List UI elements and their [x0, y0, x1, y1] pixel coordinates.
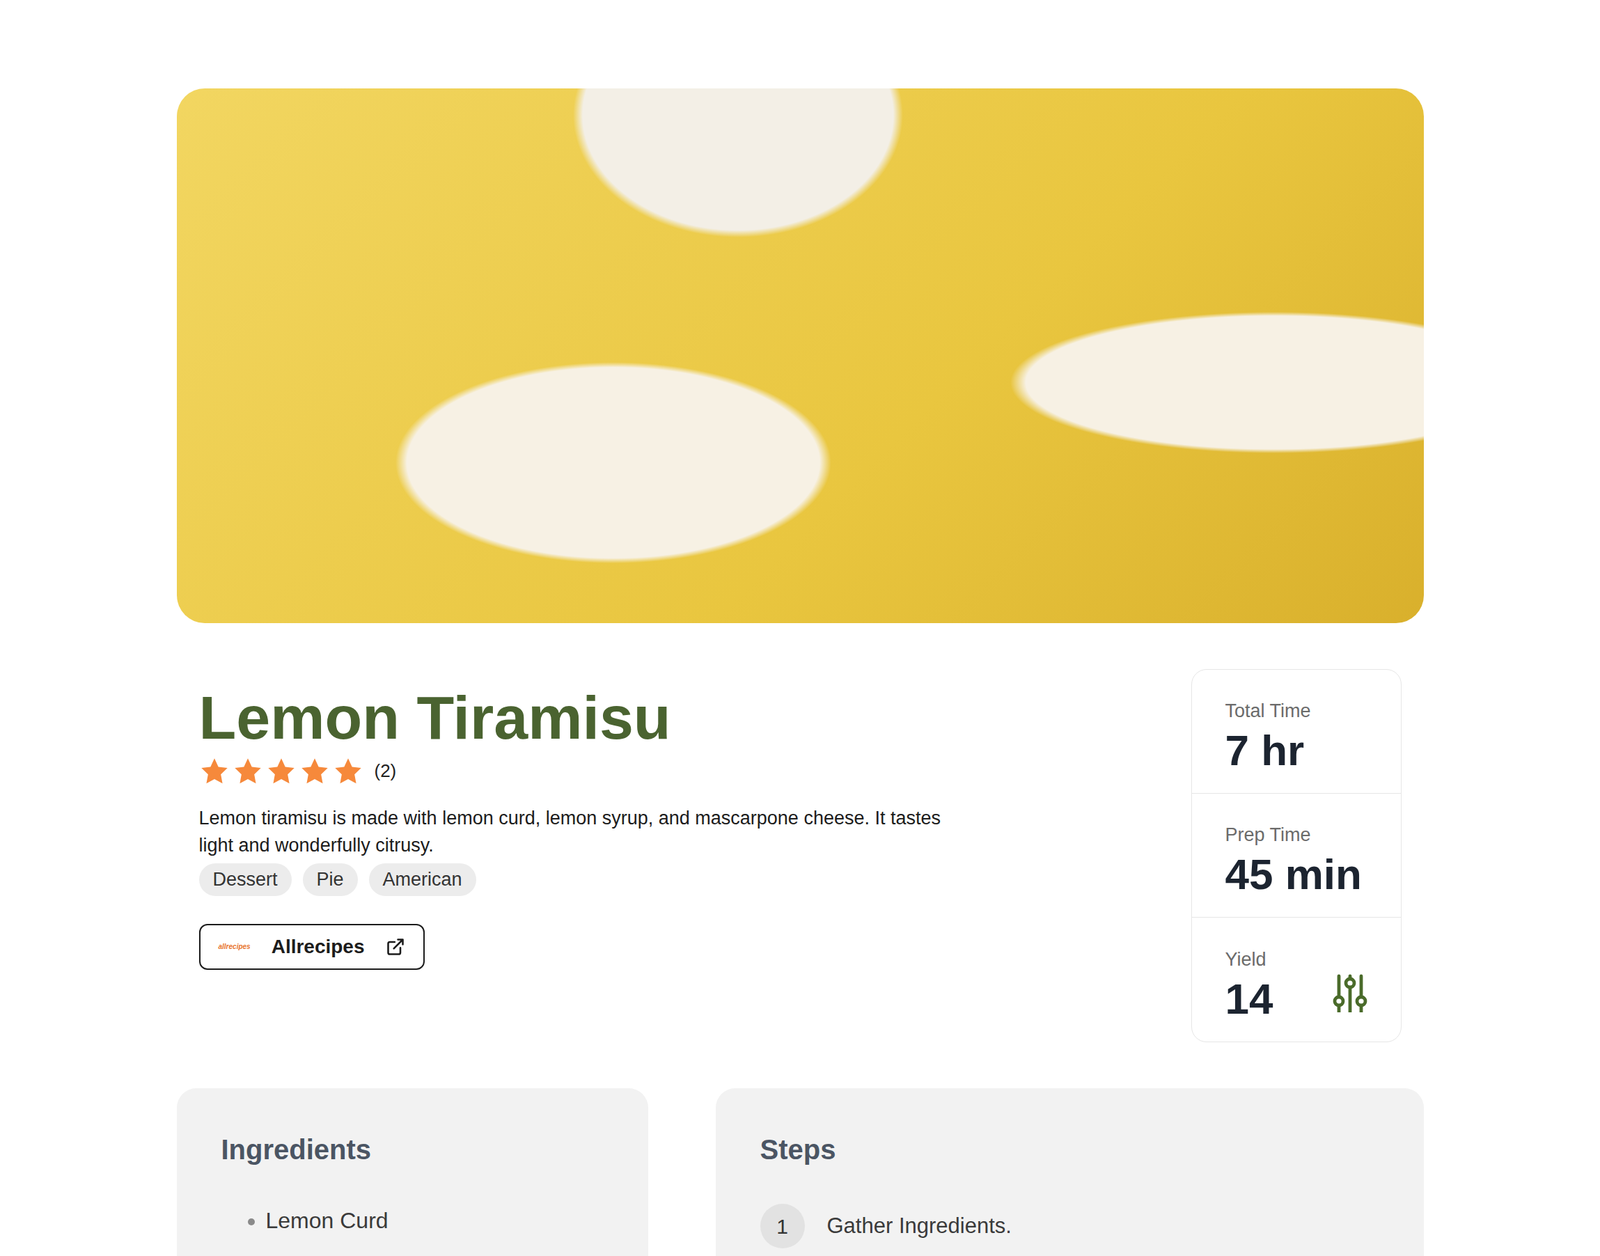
step-row: 1 Gather Ingredients.	[760, 1203, 1380, 1249]
recipe-header: Lemon Tiramisu (2) Lemon tiramisu is made …	[176, 669, 1424, 1043]
recipe-photo	[176, 88, 1424, 624]
source-logo: allrecipes	[218, 941, 251, 952]
tag[interactable]: American	[369, 863, 477, 897]
step-text: Gather Ingredients.	[827, 1210, 1012, 1243]
ingredient-list: Lemon Curd	[221, 1203, 604, 1238]
stats-card: Total Time7 hr Prep Time45 min Yield14	[1191, 669, 1402, 1043]
stat-value: 7 hr	[1225, 725, 1312, 775]
star-icon	[232, 756, 264, 787]
stat: Yield14	[1225, 945, 1274, 1024]
stat-label: Prep Time	[1225, 820, 1362, 850]
stat-label: Total Time	[1225, 696, 1312, 726]
adjust-yield-button[interactable]	[1332, 973, 1368, 1013]
stat: Total Time7 hr	[1225, 696, 1312, 775]
ingredients-heading: Ingredients	[221, 1132, 604, 1167]
stat-value: 45 min	[1225, 849, 1362, 899]
ingredients-panel: Ingredients Lemon Curd	[176, 1088, 649, 1256]
tag-list: Dessert Pie American	[199, 863, 477, 897]
stat-label: Yield	[1225, 945, 1274, 975]
source-button[interactable]: allrecipes Allrecipes	[199, 923, 425, 970]
stat-row: Prep Time45 min	[1191, 793, 1401, 918]
external-link-icon	[385, 937, 406, 957]
recipe-description: Lemon tiramisu is made with lemon curd, …	[199, 804, 966, 860]
rating: (2)	[199, 756, 397, 787]
recipe-title: Lemon Tiramisu	[199, 684, 672, 752]
stat: Prep Time45 min	[1225, 820, 1362, 899]
stat-value: 14	[1225, 974, 1274, 1024]
ingredient-item: Lemon Curd	[265, 1203, 604, 1238]
sliders-icon	[1332, 973, 1368, 1013]
stat-row: Total Time7 hr	[1191, 669, 1401, 794]
recipe-summary: Lemon Tiramisu (2) Lemon tiramisu is made …	[199, 669, 966, 970]
step-number: 1	[760, 1203, 805, 1249]
steps-panel: Steps 1 Gather Ingredients.	[715, 1088, 1424, 1256]
recipe-body: Ingredients Lemon Curd Steps 1 Gather Ingred…	[176, 1088, 1424, 1256]
star-icon	[332, 756, 364, 787]
star-icon	[199, 756, 230, 787]
tag[interactable]: Dessert	[199, 863, 292, 897]
steps-heading: Steps	[760, 1132, 1380, 1167]
stat-row: Yield14	[1191, 917, 1401, 1042]
star-icon	[299, 756, 331, 787]
source-label: Allrecipes	[271, 932, 365, 962]
star-icon	[265, 756, 297, 787]
rating-count: (2)	[374, 757, 397, 785]
tag[interactable]: Pie	[302, 863, 358, 897]
